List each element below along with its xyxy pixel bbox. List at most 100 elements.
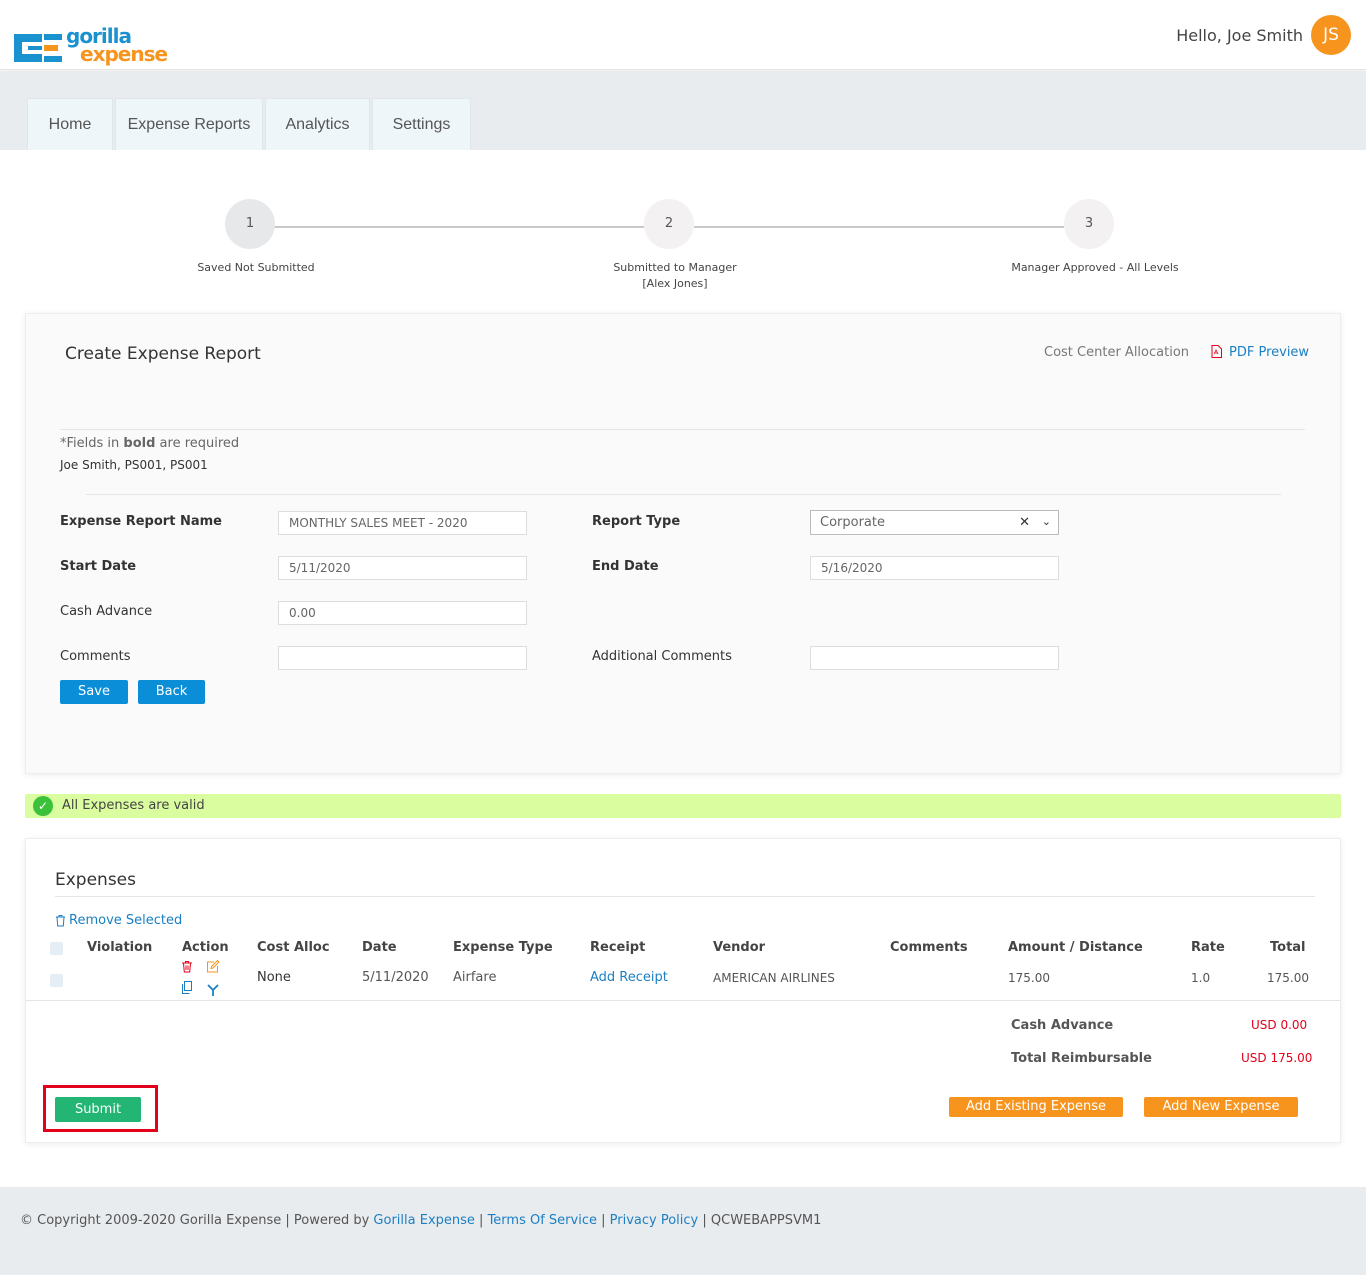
- logo-mark-icon: [14, 34, 62, 62]
- comments-input[interactable]: [278, 646, 527, 670]
- tab-home[interactable]: Home: [27, 98, 113, 150]
- pdf-icon: [1211, 345, 1222, 361]
- required-note-prefix: *Fields in: [60, 436, 124, 451]
- check-circle-icon: ✓: [33, 796, 53, 816]
- tab-expense-reports[interactable]: Expense Reports: [115, 98, 263, 150]
- copy-icon[interactable]: [181, 981, 193, 997]
- report-type-label: Report Type: [592, 514, 681, 529]
- expenses-title: Expenses: [55, 870, 136, 890]
- column-header-comments: Comments: [890, 940, 968, 955]
- step-connector: [694, 226, 1064, 228]
- column-header-total: Total: [1270, 940, 1306, 955]
- column-header-rate: Rate: [1191, 940, 1225, 955]
- cost-center-allocation-link[interactable]: Cost Center Allocation: [1044, 345, 1189, 360]
- back-button[interactable]: Back: [138, 680, 205, 704]
- cell-amount: 175.00: [1008, 971, 1050, 985]
- cash-advance-label: Cash Advance: [60, 604, 153, 619]
- tab-analytics[interactable]: Analytics: [265, 98, 370, 150]
- start-date-label: Start Date: [60, 559, 137, 574]
- pdf-preview-link[interactable]: PDF Preview: [1229, 345, 1309, 360]
- cash-advance-input[interactable]: 0.00: [278, 601, 527, 625]
- split-icon[interactable]: [206, 983, 220, 1000]
- column-header-action: Action: [182, 940, 229, 955]
- select-all-checkbox[interactable]: [50, 942, 63, 955]
- column-header-expense-type: Expense Type: [453, 940, 553, 955]
- privacy-policy-link[interactable]: Privacy Policy: [610, 1213, 699, 1228]
- divider: [86, 494, 1281, 495]
- powered-by-text: Powered by: [293, 1213, 370, 1228]
- expense-report-name-label: Expense Report Name: [60, 514, 222, 529]
- save-button[interactable]: Save: [60, 680, 128, 704]
- clear-icon[interactable]: ✕: [1019, 511, 1030, 534]
- report-type-value: Corporate: [820, 515, 885, 530]
- column-header-receipt: Receipt: [590, 940, 646, 955]
- required-note-bold: bold: [123, 436, 156, 451]
- column-header-vendor: Vendor: [713, 940, 766, 955]
- column-header-amount-distance: Amount / Distance: [1008, 940, 1143, 955]
- additional-comments-label: Additional Comments: [592, 649, 732, 664]
- add-existing-expense-button[interactable]: Add Existing Expense: [949, 1097, 1123, 1117]
- summary-cash-advance-label: Cash Advance: [1011, 1018, 1114, 1033]
- gorilla-expense-logo[interactable]: gorilla expense: [14, 24, 168, 68]
- end-date-label: End Date: [592, 559, 659, 574]
- chevron-down-icon[interactable]: ⌄: [1042, 510, 1051, 533]
- trash-icon[interactable]: [55, 914, 66, 930]
- comments-label: Comments: [60, 649, 131, 664]
- greeting-text: Hello, Joe Smith: [1176, 26, 1303, 45]
- step-label-text: Saved Not Submitted: [197, 261, 315, 274]
- validation-message: All Expenses are valid: [62, 798, 205, 813]
- edit-icon[interactable]: [206, 959, 220, 976]
- user-avatar[interactable]: JS: [1311, 15, 1351, 55]
- divider: [25, 1000, 1341, 1001]
- report-title: Create Expense Report: [65, 344, 261, 364]
- expense-report-name-input[interactable]: MONTHLY SALES MEET - 2020: [278, 511, 527, 535]
- server-name: QCWEBAPPSVM1: [710, 1213, 822, 1228]
- row-checkbox[interactable]: [50, 974, 63, 987]
- copyright-icon: ©: [20, 1213, 33, 1228]
- additional-comments-input[interactable]: [810, 646, 1059, 670]
- footer: © Copyright 2009-2020 Gorilla Expense | …: [0, 1187, 1366, 1275]
- step-label-1: Saved Not Submitted: [156, 260, 356, 276]
- terms-of-service-link[interactable]: Terms Of Service: [488, 1213, 597, 1228]
- column-header-violation: Violation: [87, 940, 153, 955]
- summary-cash-advance-value: USD 0.00: [1251, 1018, 1308, 1032]
- required-note: *Fields in bold are required: [60, 436, 239, 451]
- top-header: gorilla expense Hello, Joe Smith JS: [0, 0, 1366, 70]
- report-type-select[interactable]: Corporate ✕ ⌄: [810, 510, 1059, 535]
- add-receipt-link[interactable]: Add Receipt: [590, 970, 668, 985]
- summary-total-label: Total Reimbursable: [1011, 1051, 1152, 1066]
- required-note-suffix: are required: [155, 436, 240, 451]
- step-label-text: Submitted to Manager: [613, 261, 737, 274]
- start-date-input[interactable]: 5/11/2020: [278, 556, 527, 580]
- end-date-input[interactable]: 5/16/2020: [810, 556, 1059, 580]
- cell-cost-alloc: None: [257, 970, 291, 985]
- step-label-text: Manager Approved - All Levels: [1011, 261, 1179, 274]
- cell-rate: 1.0: [1191, 971, 1211, 985]
- step-connector: [274, 226, 644, 228]
- tab-settings[interactable]: Settings: [372, 98, 471, 150]
- submit-button[interactable]: Submit: [55, 1097, 141, 1122]
- copyright-text: Copyright 2009-2020 Gorilla Expense: [37, 1213, 282, 1228]
- remove-selected-link[interactable]: Remove Selected: [69, 913, 182, 928]
- step-label-3: Manager Approved - All Levels: [985, 260, 1205, 276]
- cell-expense-type: Airfare: [453, 970, 497, 985]
- step-circle-2: 2: [644, 199, 694, 249]
- step-label-2: Submitted to Manager [Alex Jones]: [575, 260, 775, 292]
- delete-icon[interactable]: [181, 960, 193, 976]
- divider: [55, 896, 1315, 897]
- divider: [60, 429, 1305, 430]
- cell-vendor: AMERICAN AIRLINES: [713, 971, 835, 985]
- footer-line: © Copyright 2009-2020 Gorilla Expense | …: [20, 1213, 822, 1228]
- report-card: [25, 313, 1341, 774]
- column-header-cost-alloc: Cost Alloc: [257, 940, 330, 955]
- step-sublabel-text: [Alex Jones]: [642, 277, 708, 290]
- nav-band: Home Expense Reports Analytics Settings: [0, 71, 1366, 150]
- cell-total: 175.00: [1267, 971, 1309, 985]
- step-circle-3: 3: [1064, 199, 1114, 249]
- logo-word-expense: expense: [80, 42, 168, 66]
- column-header-date: Date: [362, 940, 397, 955]
- step-circle-1: 1: [225, 199, 275, 249]
- gorilla-expense-link[interactable]: Gorilla Expense: [373, 1213, 474, 1228]
- summary-total-value: USD 175.00: [1241, 1051, 1313, 1065]
- add-new-expense-button[interactable]: Add New Expense: [1144, 1097, 1298, 1117]
